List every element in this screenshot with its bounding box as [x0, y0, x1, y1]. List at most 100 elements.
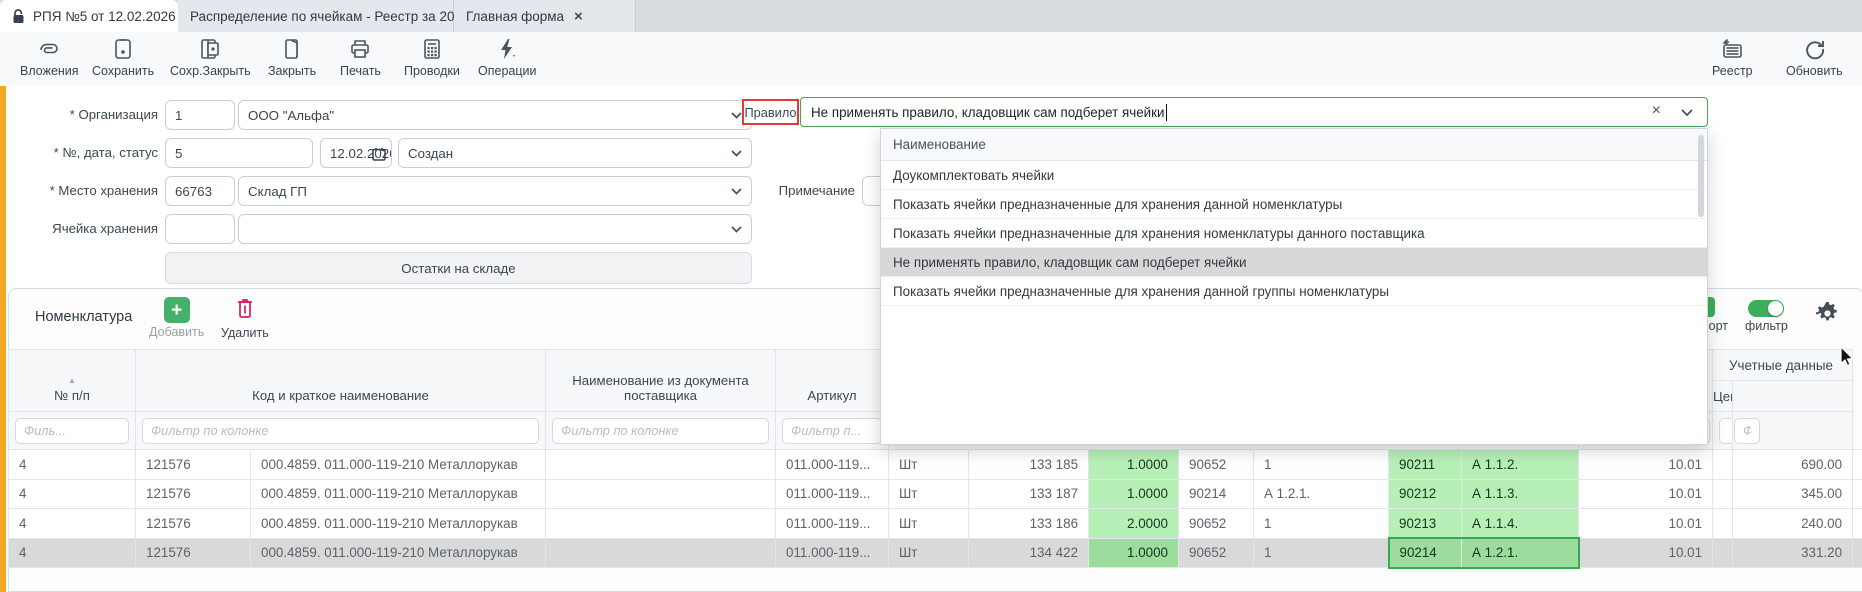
col-header-price[interactable]: Цена: [1713, 381, 1733, 412]
tab-main-form[interactable]: Главная форма ×: [454, 0, 636, 32]
table-cell-unit[interactable]: Шт: [889, 479, 969, 509]
table-cell-num[interactable]: 4: [9, 450, 136, 480]
filter-price-input[interactable]: [1719, 418, 1733, 444]
table-cell-unit[interactable]: Шт: [889, 509, 969, 539]
table-cell-target_name[interactable]: А 1.1.4.: [1462, 509, 1579, 539]
doc-number-field[interactable]: 5: [165, 138, 313, 168]
registry-button[interactable]: Реестр: [1712, 36, 1753, 78]
table-cell-name[interactable]: 000.4859. 011.000-119-210 Металлорукав: [251, 509, 546, 539]
table-cell-target_name[interactable]: А 1.2.1.: [1462, 538, 1579, 568]
table-cell-name[interactable]: 000.4859. 011.000-119-210 Металлорукав: [251, 538, 546, 568]
col-header-article[interactable]: Артикул: [776, 350, 889, 412]
table-cell-id[interactable]: 134 422: [969, 538, 1089, 568]
table-cell-rate[interactable]: 10.01: [1579, 450, 1713, 480]
filter-toggle[interactable]: фильтр: [1745, 300, 1788, 333]
org-code-field[interactable]: 1: [165, 100, 235, 130]
table-cell-cell_code[interactable]: 90652: [1179, 509, 1254, 539]
table-cell-gap[interactable]: [1713, 538, 1733, 568]
doc-date-field[interactable]: 12.02.2026: [320, 138, 392, 168]
table-cell-id[interactable]: 133 186: [969, 509, 1089, 539]
table-cell-cell_code[interactable]: 90214: [1179, 479, 1254, 509]
group-header-accounting[interactable]: Учетные данные: [1713, 350, 1853, 381]
calendar-icon[interactable]: [372, 147, 386, 164]
stock-balance-button[interactable]: Остатки на складе: [165, 252, 752, 284]
table-cell-gap[interactable]: [1713, 509, 1733, 539]
table-cell-cell_code[interactable]: 90652: [1179, 450, 1254, 480]
rule-combo-input[interactable]: Не применять правило, кладовщик сам подб…: [800, 97, 1708, 127]
filter-article-input[interactable]: [782, 418, 882, 444]
table-cell-cell_name[interactable]: А 1.2.1.: [1254, 479, 1389, 509]
table-cell-price[interactable]: 345.00: [1733, 479, 1853, 509]
table-cell-price[interactable]: 331.20: [1733, 538, 1853, 568]
table-cell-target_code[interactable]: 90213: [1389, 509, 1462, 539]
col-header-code-name[interactable]: Код и краткое наименование: [136, 350, 546, 412]
table-cell-target_code[interactable]: 90214: [1389, 538, 1462, 568]
table-row[interactable]: 4121576000.4859. 011.000-119-210 Металло…: [9, 538, 1862, 568]
table-cell-qty[interactable]: 2.0000: [1089, 509, 1179, 539]
org-name-select[interactable]: ООО "Альфа": [238, 100, 752, 130]
table-cell-supplier[interactable]: [546, 509, 776, 539]
table-cell-num[interactable]: 4: [9, 538, 136, 568]
dropdown-item[interactable]: Показать ячейки предназначенные для хран…: [881, 277, 1707, 306]
clear-icon[interactable]: ×: [1652, 102, 1661, 120]
table-cell-target_name[interactable]: А 1.1.3.: [1462, 479, 1579, 509]
table-cell-rate[interactable]: 10.01: [1579, 509, 1713, 539]
close-icon[interactable]: ×: [572, 8, 585, 25]
table-cell-name[interactable]: 000.4859. 011.000-119-210 Металлорукав: [251, 479, 546, 509]
chevron-down-icon[interactable]: [731, 150, 742, 157]
table-cell-clip[interactable]: [1853, 509, 1862, 539]
chevron-down-icon[interactable]: [731, 226, 742, 233]
dropdown-item[interactable]: Доукомплектовать ячейки: [881, 161, 1707, 190]
table-cell-price[interactable]: 690.00: [1733, 450, 1853, 480]
table-cell-cell_name[interactable]: 1: [1254, 450, 1389, 480]
table-cell-clip[interactable]: [1853, 538, 1862, 568]
dropdown-item[interactable]: Не применять правило, кладовщик сам подб…: [881, 248, 1707, 277]
filter-code-name-input[interactable]: [142, 418, 539, 444]
table-cell-price[interactable]: 240.00: [1733, 509, 1853, 539]
table-cell-gap[interactable]: [1713, 479, 1733, 509]
table-row[interactable]: 4121576000.4859. 011.000-119-210 Металло…: [9, 509, 1862, 539]
table-cell-qty[interactable]: 1.0000: [1089, 479, 1179, 509]
table-cell-rate[interactable]: 10.01: [1579, 479, 1713, 509]
table-cell-supplier[interactable]: [546, 479, 776, 509]
table-cell-target_code[interactable]: 90212: [1389, 479, 1462, 509]
close-button[interactable]: Закрыть: [268, 36, 316, 78]
save-close-button[interactable]: Сохр.Закрыть: [170, 36, 251, 78]
table-cell-code[interactable]: 121576: [136, 450, 251, 480]
table-cell-name[interactable]: 000.4859. 011.000-119-210 Металлорукав: [251, 450, 546, 480]
storage-name-select[interactable]: Склад ГП: [238, 176, 752, 206]
table-cell-num[interactable]: 4: [9, 509, 136, 539]
table-cell-article[interactable]: 011.000-119...: [776, 479, 889, 509]
table-cell-article[interactable]: 011.000-119...: [776, 509, 889, 539]
table-cell-num[interactable]: 4: [9, 479, 136, 509]
dropdown-item[interactable]: Показать ячейки предназначенные для хран…: [881, 219, 1707, 248]
table-cell-unit[interactable]: Шт: [889, 450, 969, 480]
table-cell-gap[interactable]: [1713, 450, 1733, 480]
col-header-num[interactable]: ▲ № п/п: [9, 350, 136, 412]
table-cell-code[interactable]: 121576: [136, 509, 251, 539]
dropdown-item[interactable]: Показать ячейки предназначенные для хран…: [881, 190, 1707, 219]
storage-code-field[interactable]: 66763: [165, 176, 235, 206]
table-cell-cell_name[interactable]: 1: [1254, 509, 1389, 539]
operations-button[interactable]: Операции: [478, 36, 536, 78]
toggle-on-icon[interactable]: [1748, 300, 1784, 317]
cell-name-select[interactable]: [238, 214, 752, 244]
tab-registry[interactable]: Распределение по ячейкам - Реестр за 202…: [178, 0, 454, 32]
filter-num-input[interactable]: [15, 418, 129, 444]
table-cell-clip[interactable]: [1853, 479, 1862, 509]
table-cell-cell_name[interactable]: 1: [1254, 538, 1389, 568]
refresh-button[interactable]: Обновить: [1786, 36, 1843, 78]
dropdown-scrollbar[interactable]: [1698, 135, 1704, 217]
table-cell-id[interactable]: 133 185: [969, 450, 1089, 480]
table-cell-id[interactable]: 133 187: [969, 479, 1089, 509]
table-cell-supplier[interactable]: [546, 538, 776, 568]
table-cell-clip[interactable]: [1853, 450, 1862, 480]
sort-asc-icon[interactable]: ▲: [9, 376, 135, 385]
save-button[interactable]: Сохранить: [92, 36, 154, 78]
table-cell-qty[interactable]: 1.0000: [1089, 450, 1179, 480]
cell-code-field[interactable]: [165, 214, 235, 244]
table-cell-cell_code[interactable]: 90652: [1179, 538, 1254, 568]
filter-supplier-input[interactable]: [552, 418, 769, 444]
add-row-button[interactable]: + Добавить: [149, 297, 204, 339]
table-cell-target_name[interactable]: А 1.1.2.: [1462, 450, 1579, 480]
